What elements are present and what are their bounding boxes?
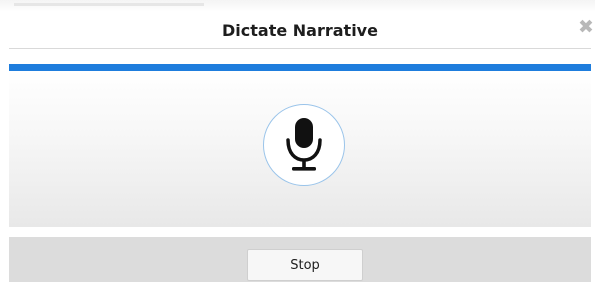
close-icon[interactable]: ✖ <box>576 17 595 37</box>
dictate-narrative-dialog: Dictate Narrative ✖ Stop <box>0 0 595 282</box>
stop-button[interactable]: Stop <box>247 249 363 281</box>
dialog-header: Dictate Narrative ✖ <box>9 12 594 49</box>
dialog-footer: Stop <box>9 237 591 282</box>
microphone-panel <box>9 71 591 227</box>
microphone-button[interactable] <box>263 104 345 186</box>
progress-bar <box>9 64 591 71</box>
dialog-title: Dictate Narrative <box>222 21 378 40</box>
microphone-icon <box>286 118 322 171</box>
background-strip <box>0 0 595 12</box>
progress-bar-fill <box>9 64 591 71</box>
